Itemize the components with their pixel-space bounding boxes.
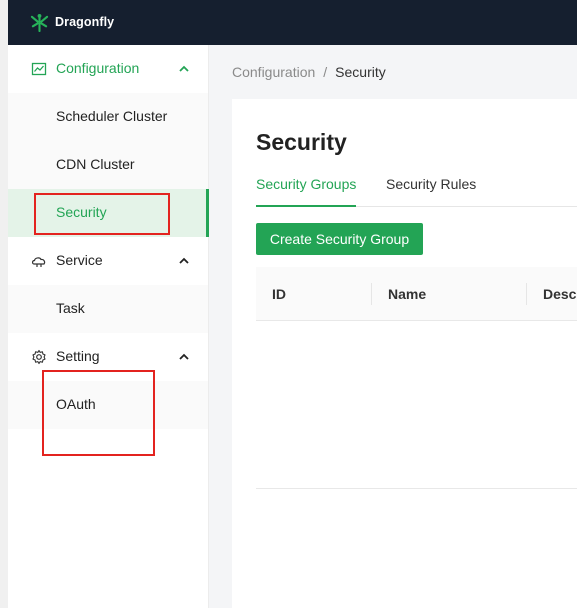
cloud-service-icon — [31, 257, 46, 267]
sidebar-item-label: OAuth — [56, 396, 96, 412]
column-divider[interactable] — [526, 283, 527, 305]
column-header-id: ID — [272, 286, 286, 302]
sidebar-item-label: Security — [56, 204, 107, 220]
sidebar-group-configuration[interactable]: Configuration — [8, 45, 208, 93]
sidebar-item-oauth[interactable]: OAuth — [8, 381, 208, 429]
create-security-group-button[interactable]: Create Security Group — [256, 223, 423, 255]
dragonfly-logo-icon — [30, 13, 49, 32]
sidebar-group-label: Configuration — [56, 60, 140, 76]
sidebar: Configuration Scheduler Cluster CDN Clus… — [8, 45, 209, 608]
column-divider[interactable] — [371, 283, 372, 305]
sidebar-item-label: CDN Cluster — [56, 156, 135, 172]
chevron-up-icon — [179, 65, 189, 72]
sidebar-item-scheduler-cluster[interactable]: Scheduler Cluster — [8, 93, 208, 141]
sidebar-item-label: Scheduler Cluster — [56, 108, 168, 124]
breadcrumb: Configuration / Security — [232, 64, 386, 80]
sidebar-item-cdn-cluster[interactable]: CDN Cluster — [8, 141, 208, 189]
sidebar-group-setting[interactable]: Setting — [8, 333, 208, 381]
breadcrumb-current: Security — [335, 64, 386, 80]
window-edge — [0, 0, 8, 608]
breadcrumb-separator: / — [323, 64, 328, 80]
table-header: ID Name Descr — [256, 267, 577, 321]
page-title: Security — [256, 129, 347, 155]
gear-icon — [32, 349, 46, 365]
chevron-up-icon — [179, 257, 189, 264]
line-chart-icon — [31, 62, 47, 76]
column-header-name: Name — [388, 286, 427, 302]
sidebar-group-label: Service — [56, 252, 103, 268]
brand-name: Dragonfly — [55, 15, 115, 29]
sidebar-item-security[interactable]: Security — [8, 189, 209, 237]
sidebar-item-task[interactable]: Task — [8, 285, 208, 333]
tab-security-groups[interactable]: Security Groups — [256, 176, 357, 207]
table-bottom-border — [256, 488, 577, 489]
tab-security-rules[interactable]: Security Rules — [386, 176, 476, 207]
sidebar-group-label: Setting — [56, 348, 100, 364]
content-card: Security Security Groups Security Rules … — [232, 99, 577, 608]
tab-bar: Security Groups Security Rules — [256, 175, 577, 207]
breadcrumb-parent[interactable]: Configuration — [232, 64, 315, 80]
column-header-description: Descr — [543, 286, 577, 302]
brand[interactable]: Dragonfly — [30, 11, 114, 33]
sidebar-item-label: Task — [56, 300, 85, 316]
chevron-up-icon — [179, 353, 189, 360]
sidebar-group-service[interactable]: Service — [8, 237, 208, 285]
